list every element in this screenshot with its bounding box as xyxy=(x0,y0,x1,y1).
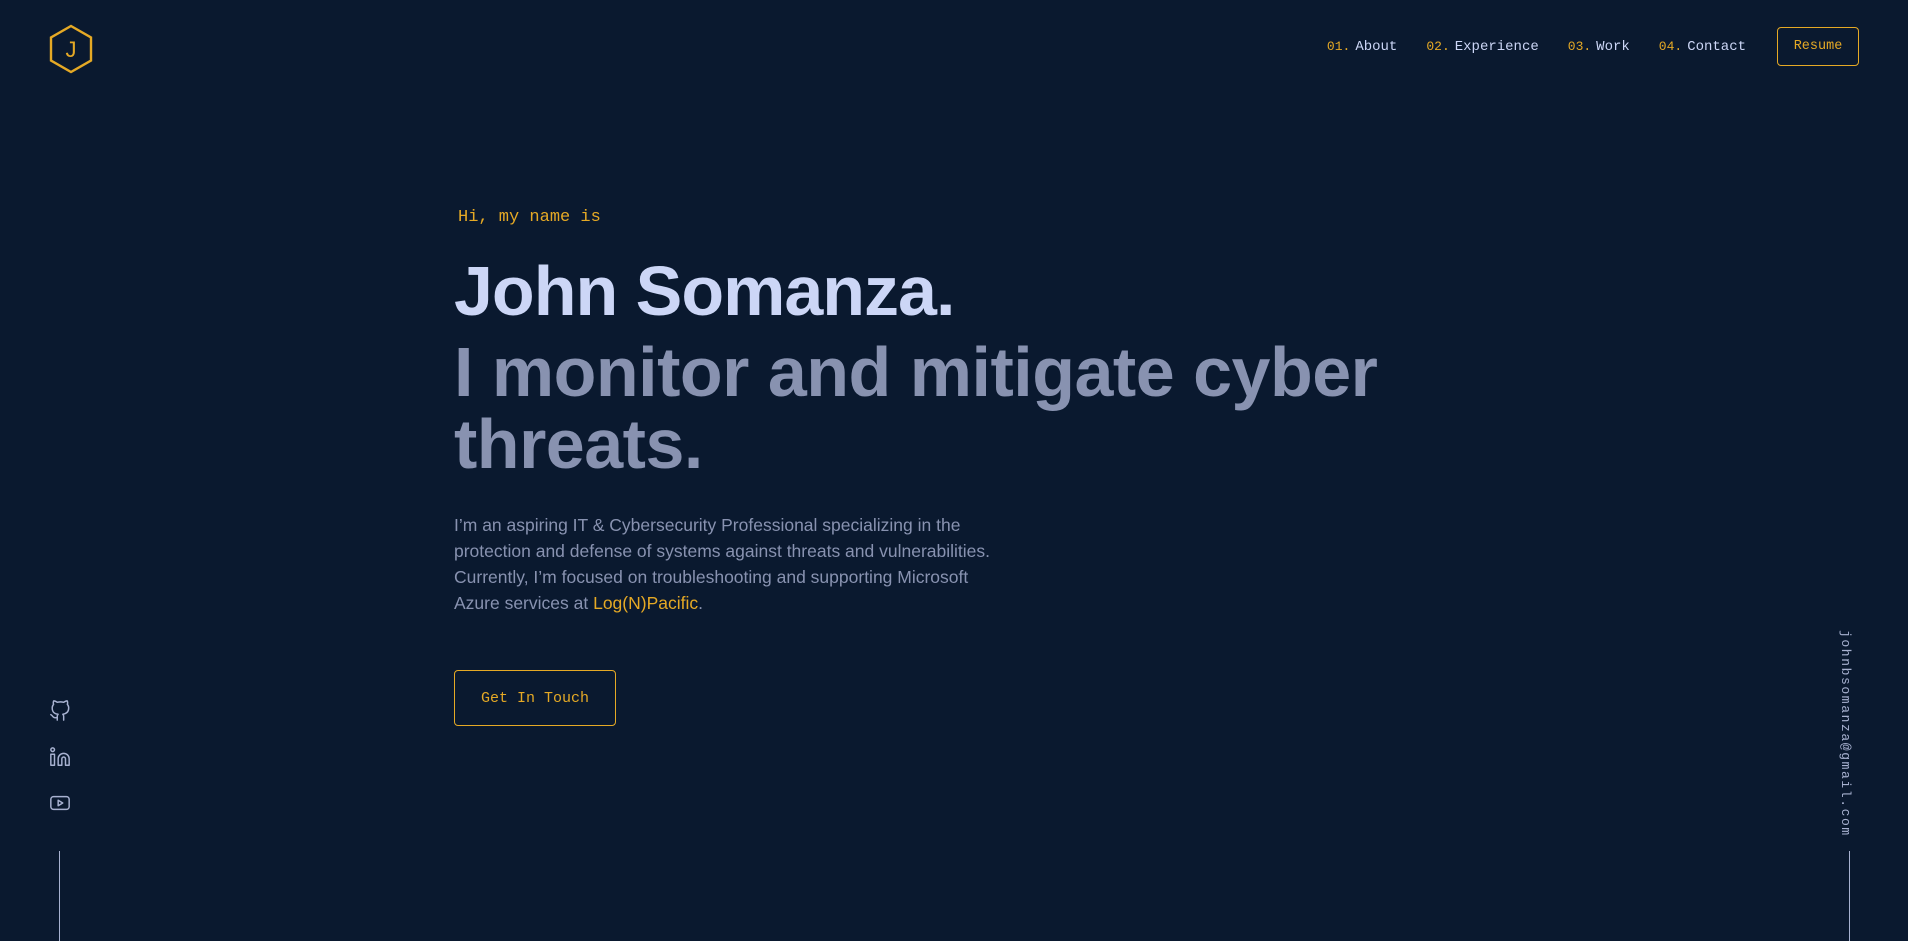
nav-label: Work xyxy=(1596,38,1630,55)
nav-number: 01. xyxy=(1326,38,1351,54)
company-link[interactable]: Log(N)Pacific xyxy=(593,593,698,613)
linkedin-icon[interactable] xyxy=(49,746,71,768)
nav-number: 04. xyxy=(1658,38,1683,54)
nav-label: Experience xyxy=(1454,38,1539,55)
hero-tagline: I monitor and mitigate cyber threats. xyxy=(454,333,1378,483)
right-vertical-line xyxy=(1849,851,1850,941)
left-vertical-line xyxy=(59,851,60,941)
youtube-icon[interactable] xyxy=(49,792,71,814)
hero-greeting: Hi, my name is xyxy=(458,208,601,227)
hero-name: John Somanza. xyxy=(454,252,955,330)
github-icon[interactable] xyxy=(49,700,71,722)
bio-text: I’m an aspiring IT & Cybersecurity Profe… xyxy=(454,515,991,613)
logo-letter: J xyxy=(66,37,77,62)
nav-number: 03. xyxy=(1567,38,1592,54)
resume-button[interactable]: Resume xyxy=(1777,27,1859,66)
nav-item-experience[interactable]: 02. Experience xyxy=(1426,39,1538,55)
nav-item-work[interactable]: 03. Work xyxy=(1568,39,1630,55)
logo[interactable]: J xyxy=(48,24,94,74)
social-links xyxy=(48,700,72,838)
nav-item-contact[interactable]: 04. Contact xyxy=(1659,39,1746,55)
nav-item-about[interactable]: 01. About xyxy=(1327,39,1397,55)
main-nav: 01. About 02. Experience 03. Work 04. Contac… xyxy=(1327,27,1859,66)
email-link[interactable]: johnbsomanza@gmail.com xyxy=(1838,630,1853,837)
bio-end: . xyxy=(698,593,704,613)
nav-label: Contact xyxy=(1687,38,1746,55)
nav-label: About xyxy=(1355,38,1398,55)
get-in-touch-button[interactable]: Get In Touch xyxy=(454,670,616,726)
hexagon-logo-icon: J xyxy=(49,24,93,74)
nav-number: 02. xyxy=(1426,38,1450,54)
hero-bio: I’m an aspiring IT & Cybersecurity Profe… xyxy=(454,512,1014,616)
